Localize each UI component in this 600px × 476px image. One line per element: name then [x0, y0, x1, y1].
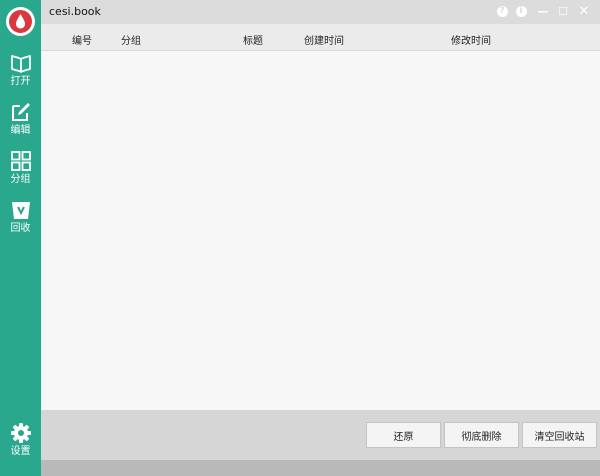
minimize-icon: — — [537, 4, 549, 18]
recycle-bin-icon — [11, 202, 30, 219]
column-header-group[interactable]: 分组 — [121, 32, 141, 47]
book-open-icon — [10, 55, 31, 73]
column-header-title[interactable]: 标题 — [243, 32, 263, 47]
column-header-modified[interactable]: 修改时间 — [451, 32, 491, 47]
grid-icon — [10, 151, 31, 171]
maximize-button[interactable]: ☐ — [555, 3, 571, 19]
sidebar-item-label: 设置 — [10, 446, 31, 457]
status-bar — [41, 460, 600, 476]
column-header-number[interactable]: 编号 — [72, 32, 92, 47]
sidebar-item-recycle[interactable]: 回收 — [0, 199, 41, 235]
edit-icon — [11, 103, 30, 121]
sidebar-item-label: 分组 — [10, 174, 31, 185]
sidebar-item-open[interactable]: 打开 — [0, 52, 41, 88]
sidebar-item-settings[interactable]: 设置 — [0, 422, 41, 458]
app-logo — [6, 7, 35, 36]
delete-permanently-button[interactable]: 彻底删除 — [444, 422, 519, 448]
minimize-button[interactable]: — — [535, 3, 551, 19]
sidebar-item-edit[interactable]: 编辑 — [0, 101, 41, 137]
sidebar-item-label: 回收 — [10, 223, 31, 234]
title-bar: cesi.book ? i — ☐ ✕ — [41, 0, 600, 24]
gear-icon — [10, 423, 31, 443]
table-body[interactable] — [41, 51, 600, 410]
info-button[interactable]: i — [513, 3, 529, 19]
help-icon: ? — [496, 5, 508, 17]
info-icon: i — [515, 5, 527, 17]
close-button[interactable]: ✕ — [576, 3, 592, 19]
maximize-icon: ☐ — [558, 4, 568, 18]
sidebar-item-label: 编辑 — [10, 125, 31, 136]
sidebar-item-group[interactable]: 分组 — [0, 150, 41, 186]
window-title: cesi.book — [49, 5, 101, 18]
restore-button[interactable]: 还原 — [366, 422, 441, 448]
sidebar-item-label: 打开 — [10, 76, 31, 87]
blood-drop-logo-icon — [16, 14, 25, 29]
close-icon: ✕ — [578, 3, 590, 19]
empty-recycle-bin-button[interactable]: 清空回收站 — [522, 422, 597, 448]
sidebar: 打开 编辑 分组 回收 设置 — [0, 0, 41, 476]
footer-bar: 还原 彻底删除 清空回收站 — [41, 410, 600, 460]
table-header: 编号 分组 标题 创建时间 修改时间 — [41, 24, 600, 51]
help-button[interactable]: ? — [494, 3, 510, 19]
column-header-created[interactable]: 创建时间 — [304, 32, 344, 47]
